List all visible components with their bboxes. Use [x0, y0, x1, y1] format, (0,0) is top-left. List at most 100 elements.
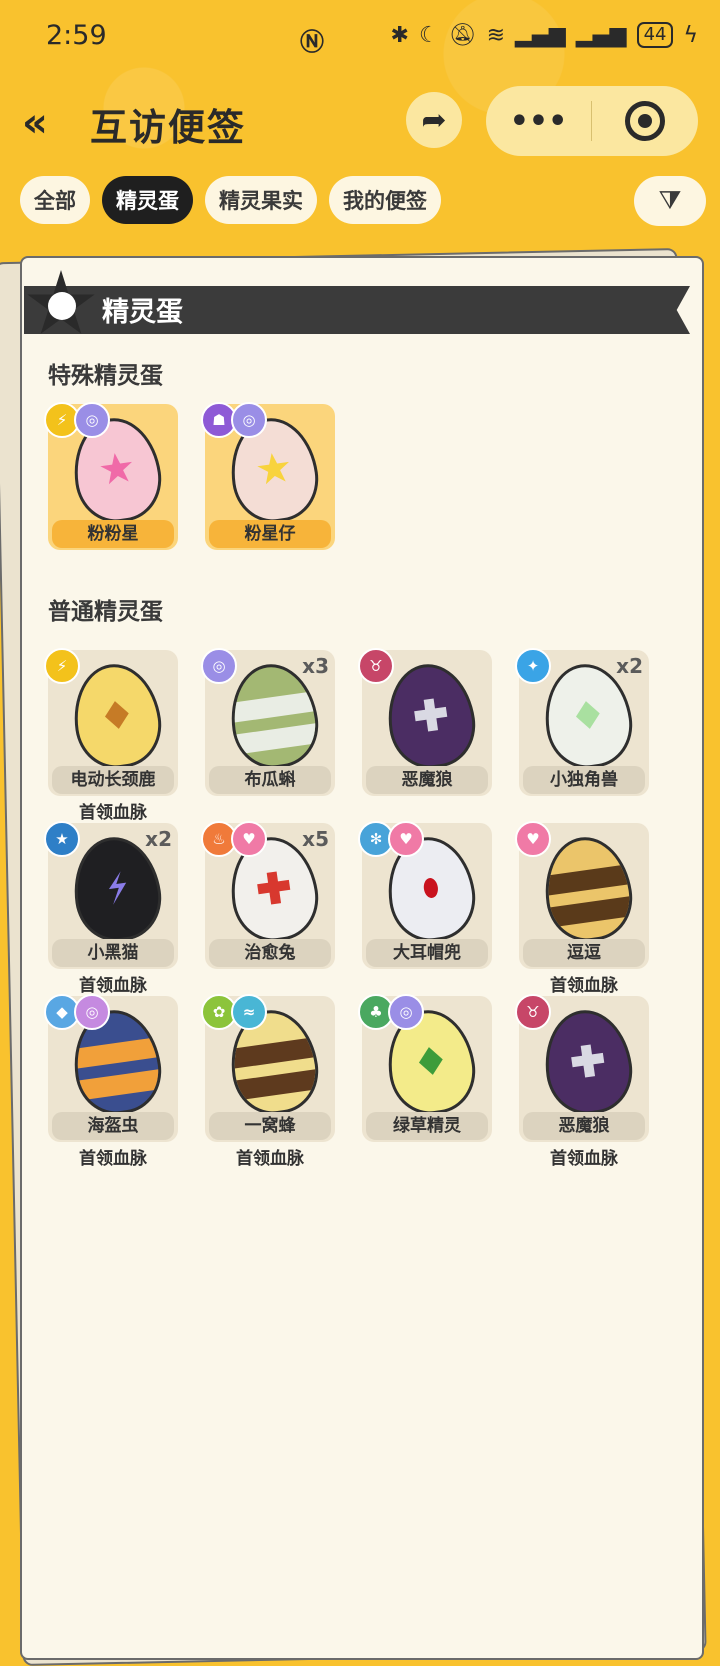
filter-icon: ⧩	[658, 185, 682, 216]
spiral-icon: ◎	[201, 648, 237, 684]
bluetooth-icon: ✱	[390, 22, 409, 48]
egg-name: 粉粉星	[52, 520, 174, 548]
bloodline-label: 首领血脉	[79, 803, 147, 823]
spiral-icon: ◎	[74, 402, 110, 438]
more-button[interactable]: •••	[486, 104, 591, 139]
egg-card[interactable]: ⚡ 电动长颈鹿首领血脉	[44, 648, 178, 823]
normal-eggs-heading: 普通精灵蛋	[48, 599, 163, 625]
egg-pattern	[226, 1065, 324, 1102]
egg-pattern	[575, 701, 600, 729]
egg-pattern	[571, 1044, 605, 1078]
back-button[interactable]: «	[22, 100, 48, 146]
egg-icon	[538, 831, 638, 947]
section-title: 精灵蛋	[102, 297, 183, 328]
egg-pattern	[538, 860, 638, 897]
bloodline-label: 首领血脉	[79, 976, 147, 996]
egg-name: 恶魔狼	[523, 1112, 645, 1140]
egg-icon	[67, 658, 167, 774]
category-tabs: 全部 精灵蛋 精灵果实 我的便签	[20, 176, 441, 224]
egg-card[interactable]: ⚡ ◎ 粉粉星	[44, 402, 178, 550]
egg-card[interactable]: ◆ ◎ 海盔虫 首领血脉	[44, 994, 178, 1169]
signal-icon: ▂▄▆	[515, 22, 566, 48]
egg-card[interactable]: ◎ x3 布瓜蝌	[201, 648, 335, 796]
tab-2[interactable]: 精灵果实	[205, 176, 317, 224]
egg-pattern	[224, 687, 324, 724]
bloodline-label: 首领血脉	[236, 1149, 304, 1169]
egg-card[interactable]: ♉ 恶魔狼首领血脉	[515, 994, 649, 1169]
egg-pattern	[414, 698, 448, 732]
egg-name: 小黑猫	[52, 939, 174, 967]
egg-card[interactable]: ♨ ♥ x5 治愈兔	[201, 821, 335, 969]
tab-0[interactable]: 全部	[20, 176, 90, 224]
egg-pattern	[108, 871, 127, 905]
egg-count: x2	[616, 654, 643, 678]
battery-icon: 44	[636, 22, 674, 48]
status-bar: 2:59 Ⓝ ✱ ☾ 🔕︎ ≋ ▂▄▆ ▂▄▆ 44 ϟ	[0, 0, 720, 72]
share-icon: ➦	[421, 102, 447, 138]
egg-icon	[381, 658, 481, 774]
egg-pattern	[104, 701, 129, 729]
egg-name: 粉星仔	[209, 520, 331, 548]
bloodline-label: 首领血脉	[79, 1149, 147, 1169]
egg-name: 电动长颈鹿	[52, 766, 174, 794]
star-badge-icon: ★	[44, 821, 80, 857]
spiral-icon: ◎	[231, 402, 267, 438]
heart-icon: ♥	[231, 821, 267, 857]
egg-card[interactable]: ✻ ♥ 大耳帽兜	[358, 821, 492, 969]
bell-off-icon: 🔕︎	[448, 22, 477, 48]
egg-pattern	[257, 453, 290, 485]
egg-card[interactable]: ♥ 逗逗 首领血脉	[515, 821, 649, 996]
egg-pattern	[540, 892, 638, 929]
egg-card[interactable]: ☗ ◎ 粉星仔	[201, 402, 335, 550]
egg-pattern	[423, 878, 438, 898]
egg-pattern	[100, 453, 133, 485]
status-time: 2:59	[46, 20, 107, 51]
egg-name: 大耳帽兜	[366, 939, 488, 967]
wing-icon: ≈	[231, 994, 267, 1030]
egg-card[interactable]: ★ x2 小黑猫首领血脉	[44, 821, 178, 996]
status-icons: ✱ ☾ 🔕︎ ≋ ▂▄▆ ▂▄▆ 44 ϟ	[390, 22, 698, 48]
heart-icon: ♥	[515, 821, 551, 857]
miniprogram-capsule: •••	[486, 86, 698, 156]
egg-icon	[538, 1004, 638, 1120]
egg-count: x3	[302, 654, 329, 678]
close-miniprogram-button[interactable]	[592, 101, 697, 141]
egg-name: 恶魔狼	[366, 766, 488, 794]
target-icon	[624, 101, 665, 141]
wifi-icon: ≋	[486, 22, 506, 48]
demon-icon: ♉	[515, 994, 551, 1030]
nfc-icon: Ⓝ	[300, 28, 324, 56]
heart-icon: ♥	[388, 821, 424, 857]
egg-name: 绿草精灵	[366, 1112, 488, 1140]
electric-icon: ⚡	[44, 648, 80, 684]
egg-card[interactable]: ♣ ◎ 绿草精灵	[358, 994, 492, 1142]
bloodline-label: 首领血脉	[550, 1149, 618, 1169]
charging-icon: ϟ	[683, 22, 698, 48]
special-eggs-heading: 特殊精灵蛋	[48, 363, 163, 389]
egg-pattern	[67, 1033, 167, 1070]
egg-card[interactable]: ♉ 恶魔狼	[358, 648, 492, 796]
sparkle-icon: ✦	[515, 648, 551, 684]
share-button[interactable]: ➦	[406, 92, 462, 148]
tab-3[interactable]: 我的便签	[329, 176, 441, 224]
egg-card[interactable]: ✿ ≈ 一窝蜂 首领血脉	[201, 994, 335, 1169]
spiral-icon: ◎	[388, 994, 424, 1030]
egg-pattern	[257, 871, 291, 905]
egg-pattern	[418, 1047, 443, 1075]
egg-name: 小独角兽	[523, 766, 645, 794]
egg-name: 一窝蜂	[209, 1112, 331, 1140]
tab-1[interactable]: 精灵蛋	[102, 176, 193, 224]
star-icon-center	[48, 292, 76, 320]
egg-pattern	[69, 1065, 167, 1102]
egg-count: x5	[302, 827, 329, 851]
egg-name: 海盔虫	[52, 1112, 174, 1140]
egg-pattern	[226, 719, 324, 756]
spiral-icon: ◎	[74, 994, 110, 1030]
egg-card[interactable]: ✦ x2 小独角兽	[515, 648, 649, 796]
filter-button[interactable]: ⧩	[634, 176, 706, 226]
demon-icon: ♉	[358, 648, 394, 684]
egg-name: 治愈兔	[209, 939, 331, 967]
egg-pattern	[224, 1033, 324, 1070]
egg-name: 布瓜蝌	[209, 766, 331, 794]
egg-count: x2	[145, 827, 172, 851]
